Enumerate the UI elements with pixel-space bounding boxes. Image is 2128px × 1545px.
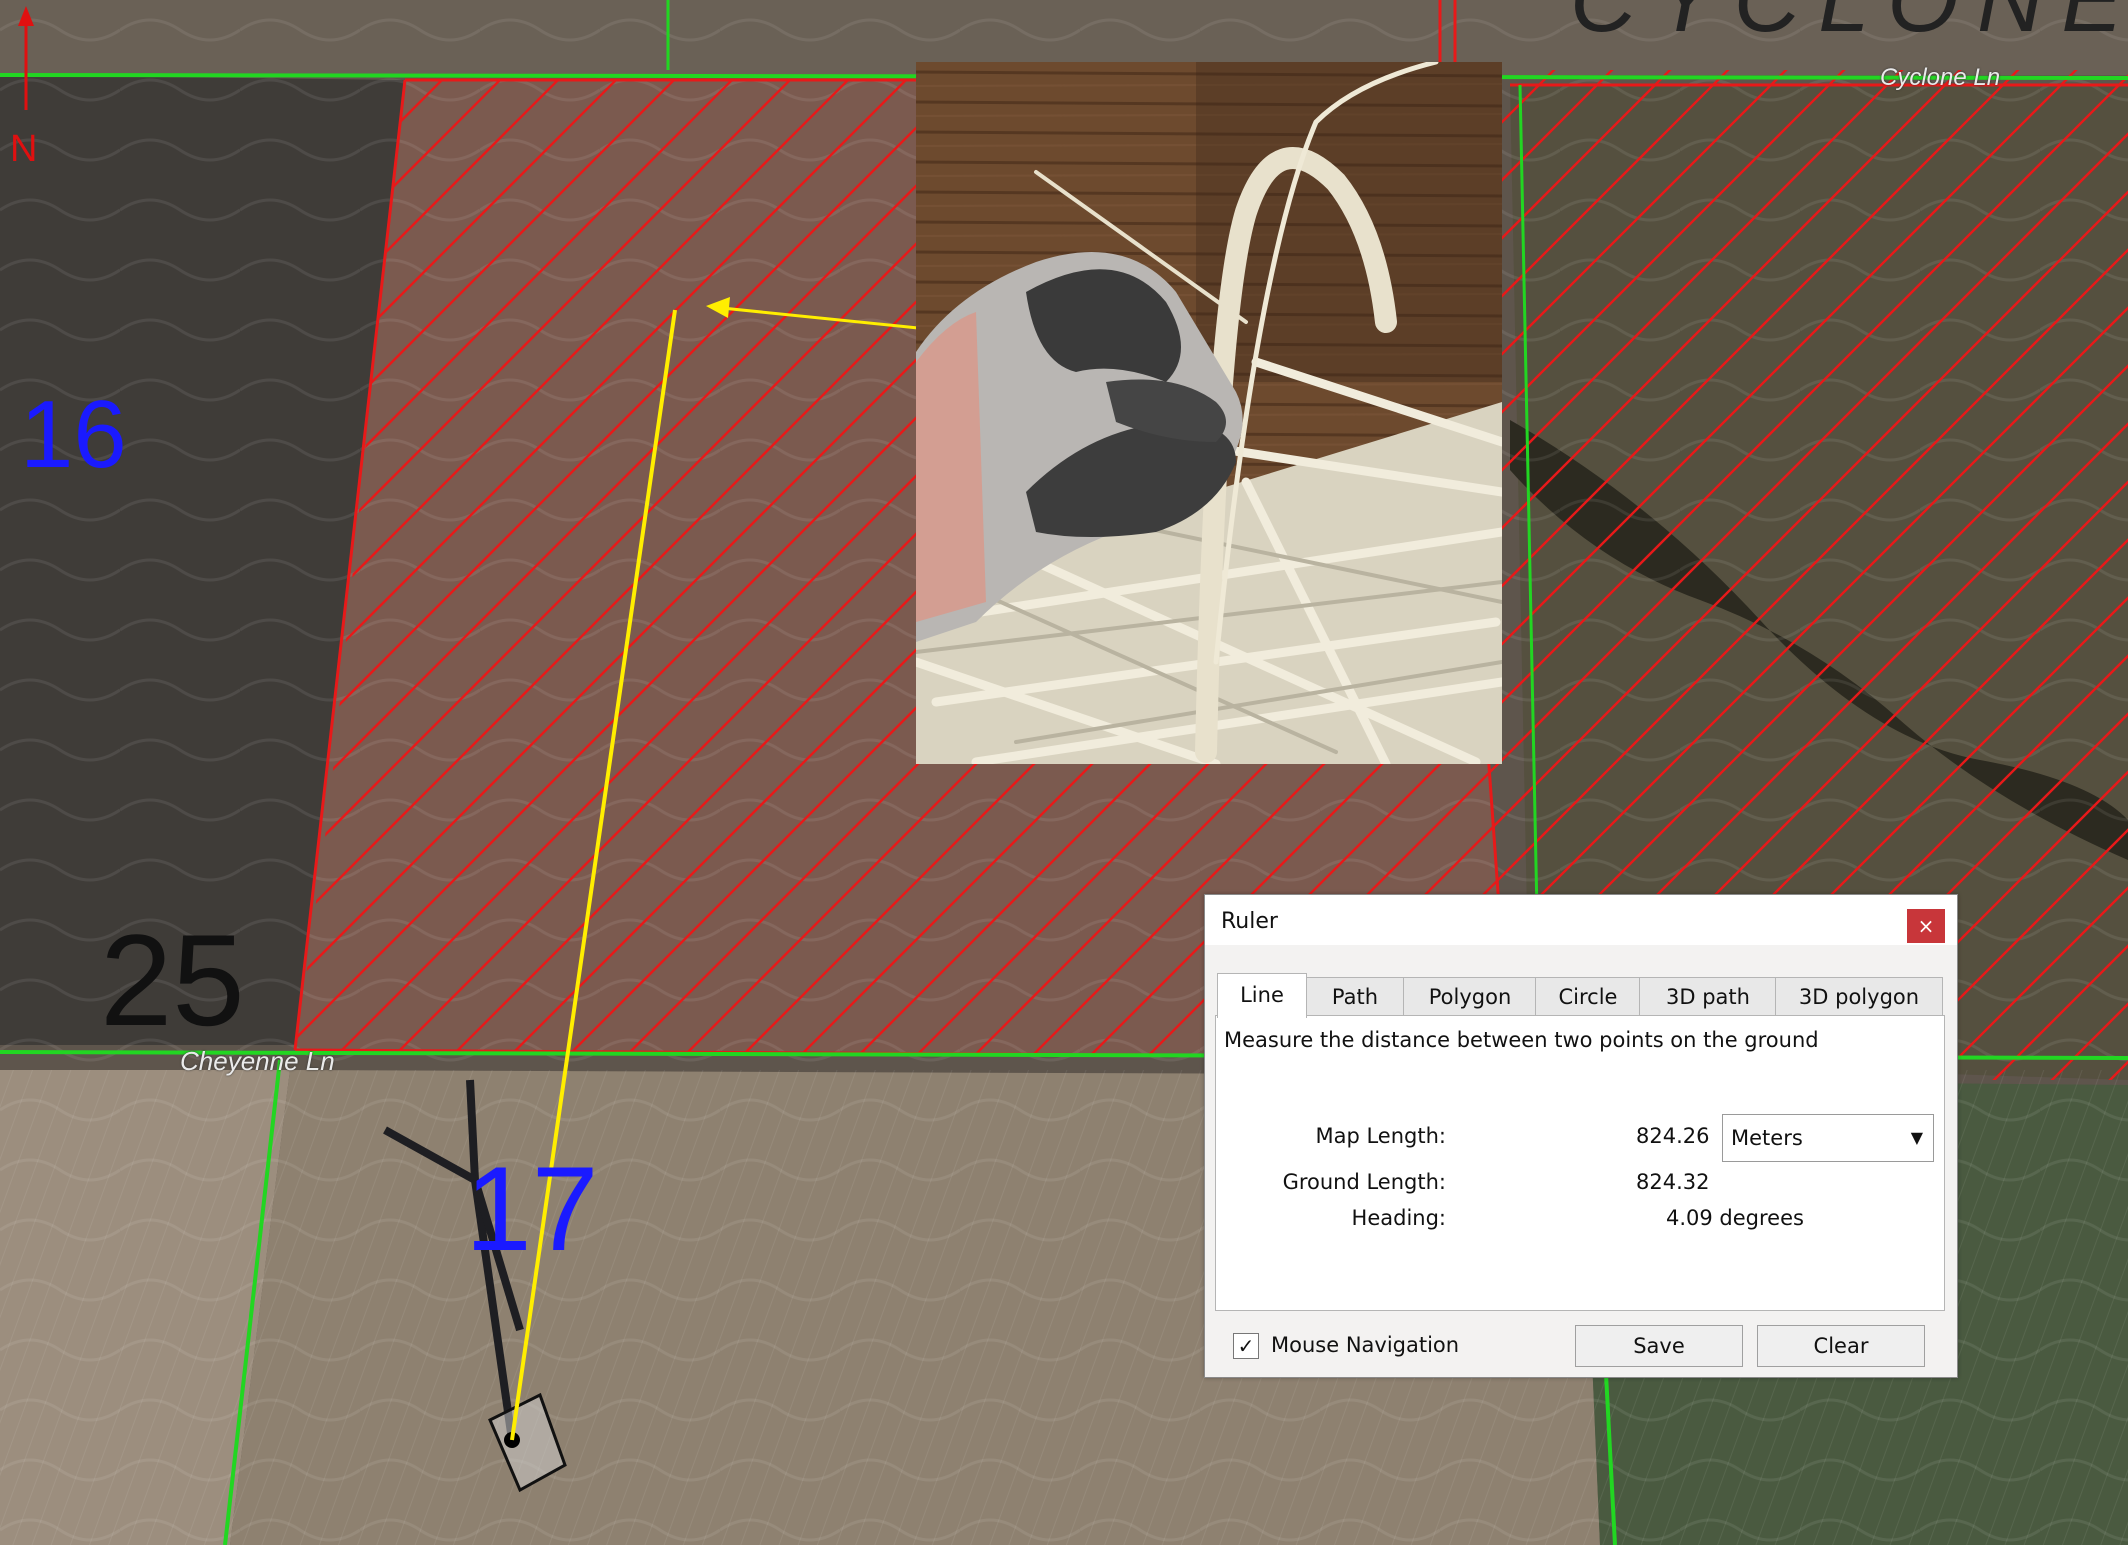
- tab-line[interactable]: Line: [1217, 973, 1307, 1018]
- cyclone-text-label: CYCLONE: [1570, 0, 2128, 51]
- ground-length-value: 824.32: [1636, 1170, 1710, 1194]
- tab-circle[interactable]: Circle: [1535, 977, 1641, 1016]
- section-label-16: 16: [20, 381, 127, 488]
- unit-select-value: Meters: [1731, 1126, 1803, 1150]
- ruler-line-panel: Measure the distance between two points …: [1215, 1015, 1945, 1311]
- save-button[interactable]: Save: [1575, 1325, 1743, 1367]
- road-label-cyclone: Cyclone Ln: [1880, 64, 2001, 91]
- ruler-title: Ruler: [1221, 909, 1278, 934]
- tab-path[interactable]: Path: [1305, 977, 1405, 1016]
- road-label-cheyenne: Cheyenne Ln: [180, 1046, 335, 1076]
- tab-polygon[interactable]: Polygon: [1403, 977, 1537, 1016]
- ruler-dialog[interactable]: Ruler × Line Path Polygon Circle 3D path…: [1204, 894, 1958, 1378]
- heading-label: Heading:: [1351, 1206, 1446, 1230]
- ruler-description: Measure the distance between two points …: [1224, 1028, 1819, 1052]
- section-label-25: 25: [100, 907, 245, 1053]
- ground-length-label: Ground Length:: [1282, 1170, 1446, 1194]
- map-length-label: Map Length:: [1315, 1124, 1446, 1148]
- chevron-down-icon: ▼: [1910, 1128, 1923, 1147]
- ruler-titlebar[interactable]: Ruler ×: [1205, 895, 1957, 945]
- mouse-navigation-label: Mouse Navigation: [1271, 1333, 1460, 1357]
- close-icon[interactable]: ×: [1907, 909, 1945, 943]
- section-label-17: 17: [465, 1142, 599, 1276]
- debris-photo-inset: [916, 62, 1502, 764]
- clear-button[interactable]: Clear: [1757, 1325, 1925, 1367]
- tab-3d-path[interactable]: 3D path: [1639, 977, 1777, 1016]
- north-label: N: [10, 128, 38, 170]
- unit-select[interactable]: Meters ▼: [1722, 1114, 1934, 1162]
- tab-3d-polygon[interactable]: 3D polygon: [1775, 977, 1943, 1016]
- ruler-tabs: Line Path Polygon Circle 3D path 3D poly…: [1215, 973, 1943, 1018]
- heading-value: 4.09 degrees: [1666, 1206, 1804, 1230]
- mouse-navigation-checkbox[interactable]: ✓: [1233, 1333, 1259, 1359]
- map-length-value: 824.26: [1636, 1124, 1710, 1148]
